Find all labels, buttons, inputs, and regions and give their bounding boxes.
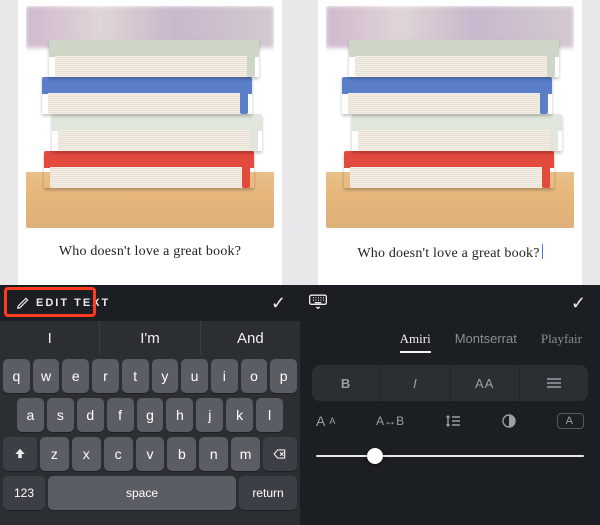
- font-tab-amiri[interactable]: Amiri: [400, 331, 431, 353]
- style-segment: B I AA: [312, 365, 588, 401]
- backspace-icon: [272, 447, 288, 461]
- key-r[interactable]: r: [92, 359, 119, 393]
- page-preview[interactable]: Who doesn't love a great book?: [18, 0, 282, 285]
- key-f[interactable]: f: [107, 398, 134, 432]
- text-size-button[interactable]: AA: [316, 413, 335, 429]
- text-tools-row: AA A↔B A: [312, 413, 588, 429]
- key-i[interactable]: i: [211, 359, 238, 393]
- books-image: [26, 6, 274, 228]
- key-a[interactable]: a: [17, 398, 44, 432]
- key-m[interactable]: m: [231, 437, 260, 471]
- size-slider[interactable]: [312, 441, 588, 471]
- key-c[interactable]: c: [104, 437, 133, 471]
- key-p[interactable]: p: [270, 359, 297, 393]
- key-s[interactable]: s: [47, 398, 74, 432]
- text-box-button[interactable]: A: [557, 413, 584, 429]
- key-q[interactable]: q: [3, 359, 30, 393]
- key-backspace[interactable]: [263, 437, 297, 471]
- dismiss-keyboard-button[interactable]: [308, 293, 328, 314]
- confirm-button[interactable]: ✓: [265, 289, 292, 318]
- contrast-icon: [502, 414, 516, 428]
- key-b[interactable]: b: [167, 437, 196, 471]
- confirm-button[interactable]: ✓: [565, 289, 592, 318]
- key-x[interactable]: x: [72, 437, 101, 471]
- key-h[interactable]: h: [166, 398, 193, 432]
- edit-text-button[interactable]: EDIT TEXT: [8, 292, 118, 314]
- suggestion-3[interactable]: And: [200, 321, 300, 355]
- key-v[interactable]: v: [136, 437, 165, 471]
- caption-text[interactable]: Who doesn't love a great book?: [59, 244, 241, 260]
- key-l[interactable]: l: [256, 398, 283, 432]
- bold-button[interactable]: B: [312, 365, 380, 401]
- suggestion-1[interactable]: I: [0, 321, 99, 355]
- font-tab-playfair[interactable]: Playfair: [541, 331, 582, 353]
- letter-spacing-button[interactable]: A↔B: [376, 414, 404, 428]
- text-caret: [542, 244, 543, 259]
- line-height-button[interactable]: [445, 414, 461, 428]
- key-g[interactable]: g: [137, 398, 164, 432]
- key-y[interactable]: y: [152, 359, 179, 393]
- shift-icon: [13, 447, 27, 461]
- align-icon: [546, 377, 562, 389]
- key-return[interactable]: return: [239, 476, 297, 510]
- key-w[interactable]: w: [33, 359, 60, 393]
- key-numeric[interactable]: 123: [3, 476, 45, 510]
- key-d[interactable]: d: [77, 398, 104, 432]
- pencil-icon: [16, 296, 30, 310]
- font-tab-montserrat[interactable]: Montserrat: [455, 331, 517, 353]
- key-u[interactable]: u: [181, 359, 208, 393]
- line-height-icon: [445, 414, 461, 428]
- suggestion-2[interactable]: I'm: [99, 321, 199, 355]
- right-pane: Who doesn't love a great book? ✓ Amiri M…: [300, 0, 600, 525]
- key-o[interactable]: o: [241, 359, 268, 393]
- preview-area-left: Who doesn't love a great book?: [0, 0, 300, 285]
- align-button[interactable]: [519, 365, 588, 401]
- slider-thumb[interactable]: [367, 448, 383, 464]
- key-n[interactable]: n: [199, 437, 228, 471]
- contrast-button[interactable]: [502, 414, 516, 428]
- key-t[interactable]: t: [122, 359, 149, 393]
- format-panel: ✓ Amiri Montserrat Playfair B I AA: [300, 285, 600, 525]
- keyboard-panel: EDIT TEXT ✓ I I'm And q w e r t y: [0, 285, 300, 525]
- edit-text-label: EDIT TEXT: [36, 297, 110, 309]
- italic-button[interactable]: I: [380, 365, 449, 401]
- uppercase-button[interactable]: AA: [450, 365, 519, 401]
- caption-text[interactable]: Who doesn't love a great book?: [357, 244, 542, 262]
- key-z[interactable]: z: [40, 437, 69, 471]
- keyboard: q w e r t y u i o p a s d f g h: [0, 355, 300, 525]
- keyboard-suggestions: I I'm And: [0, 321, 300, 355]
- key-j[interactable]: j: [196, 398, 223, 432]
- key-e[interactable]: e: [62, 359, 89, 393]
- preview-area-right: Who doesn't love a great book?: [300, 0, 600, 285]
- key-shift[interactable]: [3, 437, 37, 471]
- key-space[interactable]: space: [48, 476, 236, 510]
- key-k[interactable]: k: [226, 398, 253, 432]
- keyboard-dismiss-icon: [308, 293, 328, 309]
- left-pane: Who doesn't love a great book? EDIT TEXT…: [0, 0, 300, 525]
- font-tabs: Amiri Montserrat Playfair: [312, 321, 588, 353]
- books-image: [326, 6, 574, 228]
- page-preview[interactable]: Who doesn't love a great book?: [318, 0, 582, 285]
